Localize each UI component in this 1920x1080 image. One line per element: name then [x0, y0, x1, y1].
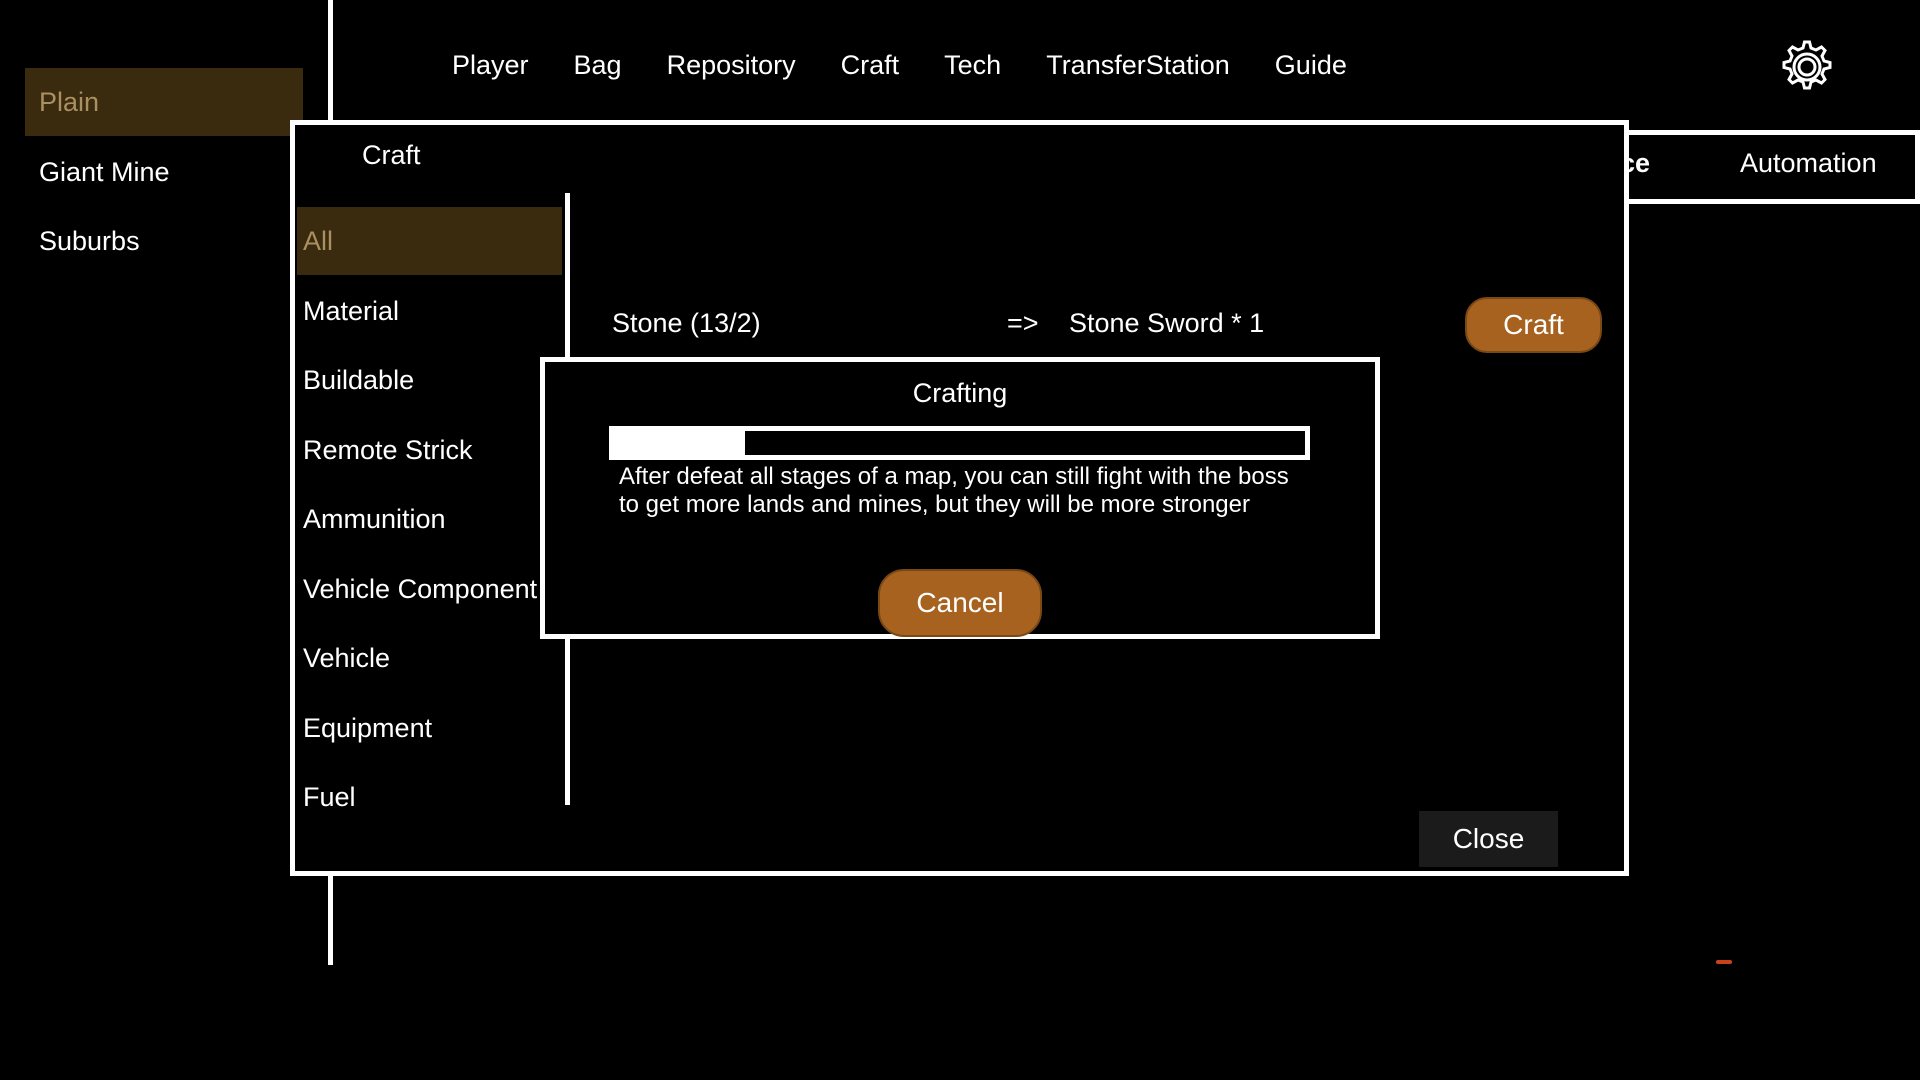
map-item-plain[interactable]: Plain — [25, 68, 303, 136]
recipe-input: Stone (13/2) — [612, 308, 761, 338]
category-remote-strick[interactable]: Remote Strick — [297, 416, 562, 484]
tip-text: After defeat all stages of a map, you ca… — [619, 463, 1289, 518]
map-item-suburbs[interactable]: Suburbs — [25, 207, 303, 275]
nav-craft[interactable]: Craft — [841, 50, 900, 81]
nav-tech[interactable]: Tech — [944, 50, 1001, 81]
recipe-output: Stone Sword * 1 — [1069, 308, 1265, 338]
nav-repository[interactable]: Repository — [667, 50, 796, 81]
cancel-button[interactable]: Cancel — [878, 569, 1042, 637]
nav-transfer-station[interactable]: TransferStation — [1046, 50, 1230, 81]
nav-guide[interactable]: Guide — [1275, 50, 1347, 81]
crafting-dialog-title: Crafting — [912, 378, 1008, 408]
map-item-giant-mine[interactable]: Giant Mine — [25, 138, 303, 206]
crafting-progress-bar — [609, 426, 1310, 460]
gear-icon[interactable] — [1778, 38, 1836, 96]
ember-particle — [1716, 960, 1732, 964]
category-fuel[interactable]: Fuel — [297, 763, 562, 831]
top-nav: Player Bag Repository Craft Tech Transfe… — [452, 40, 1392, 90]
category-all[interactable]: All — [297, 207, 562, 275]
nav-player[interactable]: Player — [452, 50, 529, 81]
category-vehicle[interactable]: Vehicle — [297, 624, 562, 692]
map-item-locked — [25, 346, 303, 414]
category-ammunition[interactable]: Ammunition — [297, 485, 562, 553]
map-item-locked — [25, 277, 303, 345]
category-material[interactable]: Material — [297, 277, 562, 345]
category-buildable[interactable]: Buildable — [297, 346, 562, 414]
recipe-arrow: => — [1007, 308, 1039, 338]
tab-automation[interactable]: Automation — [1740, 148, 1877, 179]
progress-fill — [614, 431, 746, 455]
craft-panel-title: Craft — [362, 140, 421, 170]
craft-button[interactable]: Craft — [1465, 297, 1602, 353]
category-vehicle-component[interactable]: Vehicle Component — [297, 555, 562, 623]
close-button[interactable]: Close — [1419, 811, 1558, 867]
category-equipment[interactable]: Equipment — [297, 694, 562, 762]
nav-bag[interactable]: Bag — [574, 50, 622, 81]
